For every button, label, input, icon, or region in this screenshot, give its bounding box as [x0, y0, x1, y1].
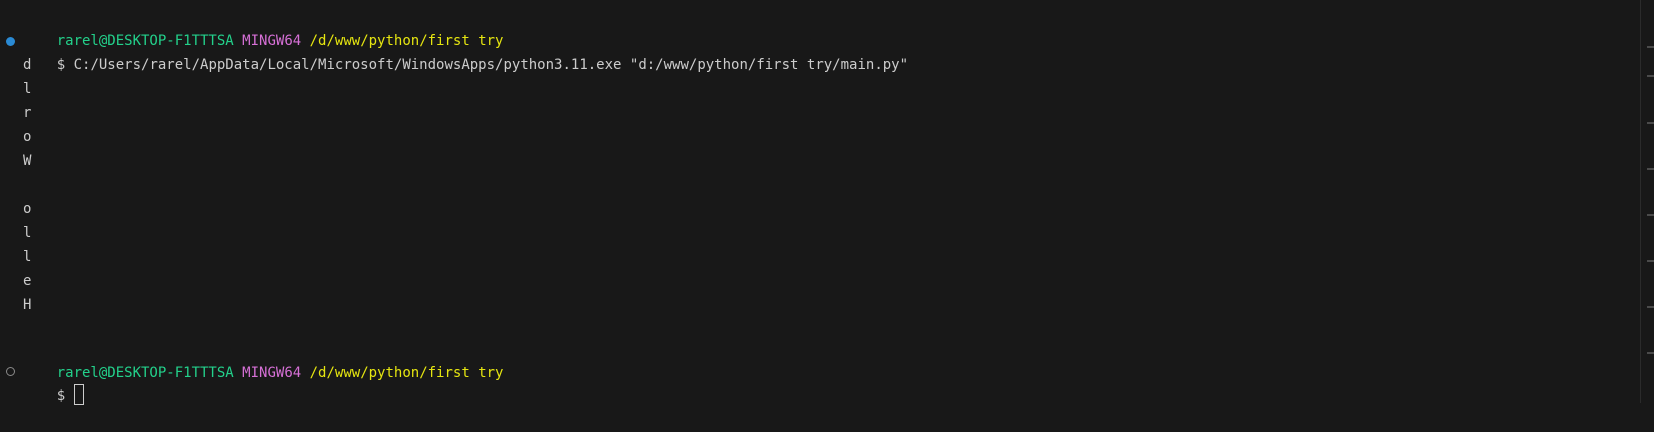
overview-ruler-mark: [1647, 352, 1654, 354]
output-line: d: [23, 57, 32, 73]
overview-ruler-mark: [1647, 168, 1654, 170]
output-line: r: [23, 105, 32, 121]
overview-ruler-mark: [1647, 122, 1654, 124]
text-cursor: [73, 384, 84, 405]
overview-ruler-mark: [1647, 75, 1654, 77]
scrollbar-border: [1640, 0, 1641, 403]
overview-ruler-mark: [1647, 306, 1654, 308]
output-line: H: [23, 297, 32, 313]
output-line: l: [23, 81, 32, 97]
output-line: W: [23, 153, 32, 169]
prompt-line-1: rarel@DESKTOP-F1TTTSA MINGW64 /d/www/pyt…: [23, 5, 504, 49]
input-prompt-symbol: $: [56, 388, 66, 404]
command-success-decoration-icon[interactable]: [6, 37, 15, 46]
prompt-line-2: rarel@DESKTOP-F1TTTSA MINGW64 /d/www/pyt…: [23, 337, 504, 381]
output-line: l: [23, 249, 32, 265]
prompt-path: /d/www/python/first try: [309, 365, 504, 381]
output-line: l: [23, 225, 32, 241]
output-line: o: [23, 201, 32, 217]
terminal-scrollbar[interactable]: [1640, 0, 1654, 403]
overview-ruler-mark: [1647, 260, 1654, 262]
overview-ruler-mark: [1647, 214, 1654, 216]
overview-ruler-mark: [1647, 46, 1654, 48]
terminal-panel[interactable]: rarel@DESKTOP-F1TTTSA MINGW64 /d/www/pyt…: [0, 0, 1640, 405]
input-line[interactable]: $: [23, 360, 84, 405]
command-text: C:/Users/rarel/AppData/Local/Microsoft/W…: [73, 57, 909, 73]
output-line: e: [23, 273, 32, 289]
command-line: $ C:/Users/rarel/AppData/Local/Microsoft…: [23, 29, 908, 73]
command-default-decoration-icon[interactable]: [6, 367, 15, 376]
command-prompt-symbol: $: [56, 57, 66, 73]
prompt-system: MINGW64: [242, 365, 302, 381]
output-line: o: [23, 129, 32, 145]
